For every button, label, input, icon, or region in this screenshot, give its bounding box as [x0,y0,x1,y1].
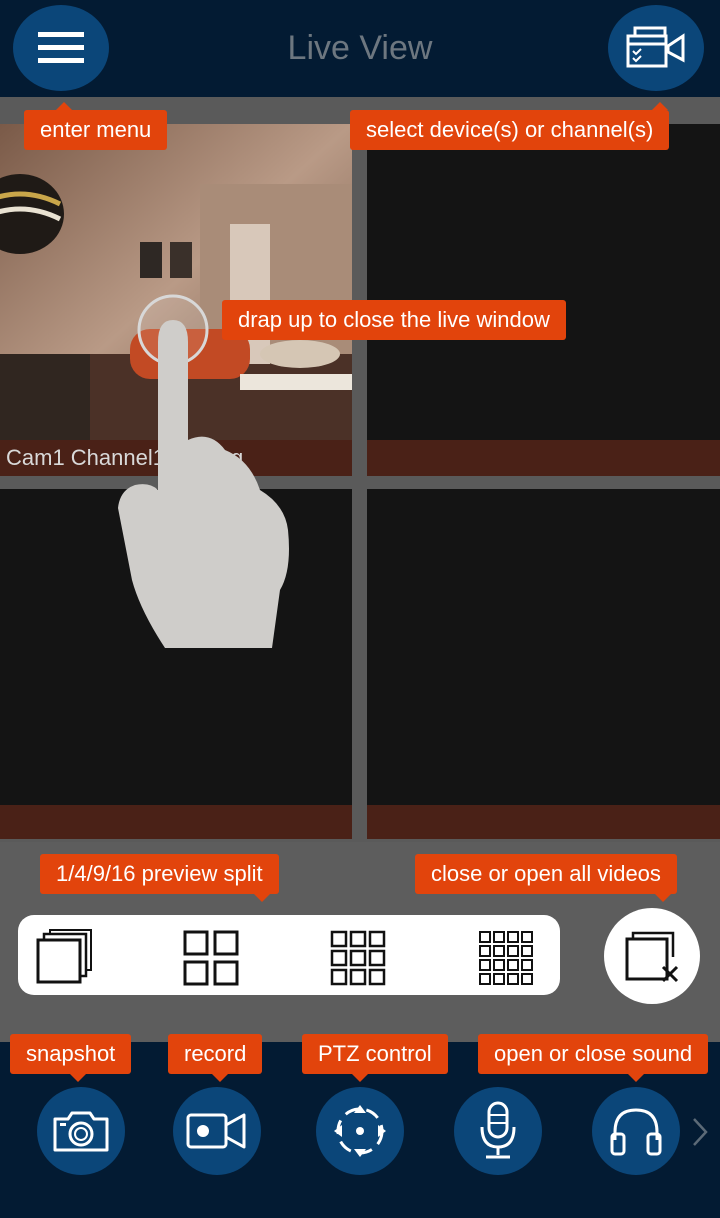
ptz-control-button[interactable] [316,1087,404,1175]
split-9-icon [330,930,386,986]
camera-icon [53,1111,109,1152]
tip-preview-split: 1/4/9/16 preview split [40,854,279,902]
tip-select-devices-text: select device(s) or channel(s) [366,117,654,142]
microphone-button[interactable] [454,1087,542,1175]
split-4-icon [183,930,239,986]
select-device-button[interactable] [608,5,704,91]
split-1-button[interactable] [36,928,94,991]
tip-snapshot-text: snapshot [26,1041,116,1066]
video-tile-2[interactable] [367,124,720,440]
snapshot-button[interactable] [37,1087,125,1175]
close-all-videos-icon [625,931,679,983]
tip-select-devices: select device(s) or channel(s) [350,102,670,150]
tile-label-bar-2 [367,440,720,476]
sound-toggle-button[interactable] [592,1087,680,1175]
split-9-button[interactable] [330,930,386,991]
split-16-button[interactable] [478,930,534,991]
split-4-button[interactable] [183,930,239,991]
select-device-icon [626,26,685,68]
tip-ptz-text: PTZ control [318,1041,432,1066]
toolbar-next-button[interactable] [690,1116,710,1153]
tip-preview-split-text: 1/4/9/16 preview split [56,861,263,886]
tip-enter-menu: enter menu [24,102,168,150]
tip-drag-close-text: drap up to close the live window [238,307,550,332]
tip-snapshot: snapshot [10,1034,132,1082]
split-16-icon [479,931,533,985]
tip-close-open-videos-text: close or open all videos [431,861,661,886]
video-tile-4[interactable] [367,489,720,805]
chevron-right-icon [693,1118,708,1146]
headphones-icon [610,1108,662,1156]
tip-sound-text: open or close sound [494,1041,693,1066]
tip-sound: open or close sound [478,1034,709,1082]
hamburger-menu-icon [38,32,84,63]
video-record-icon [186,1113,246,1149]
tip-drag-close: drap up to close the live window [222,300,566,340]
tile-label-bar-4 [367,805,720,839]
ptz-icon [334,1105,386,1157]
tip-record-text: record [184,1041,247,1066]
record-button[interactable] [173,1087,261,1175]
microphone-icon [480,1101,516,1159]
tip-record: record [168,1034,263,1082]
tip-close-open-videos: close or open all videos [415,854,677,902]
close-all-videos-button[interactable] [604,908,700,1004]
tip-ptz: PTZ control [302,1034,448,1082]
tile-label-bar-3 [0,805,352,839]
drag-hand-icon [118,294,289,648]
tip-enter-menu-text: enter menu [40,117,152,142]
menu-button[interactable] [13,5,109,91]
split-1-icon [36,929,92,984]
